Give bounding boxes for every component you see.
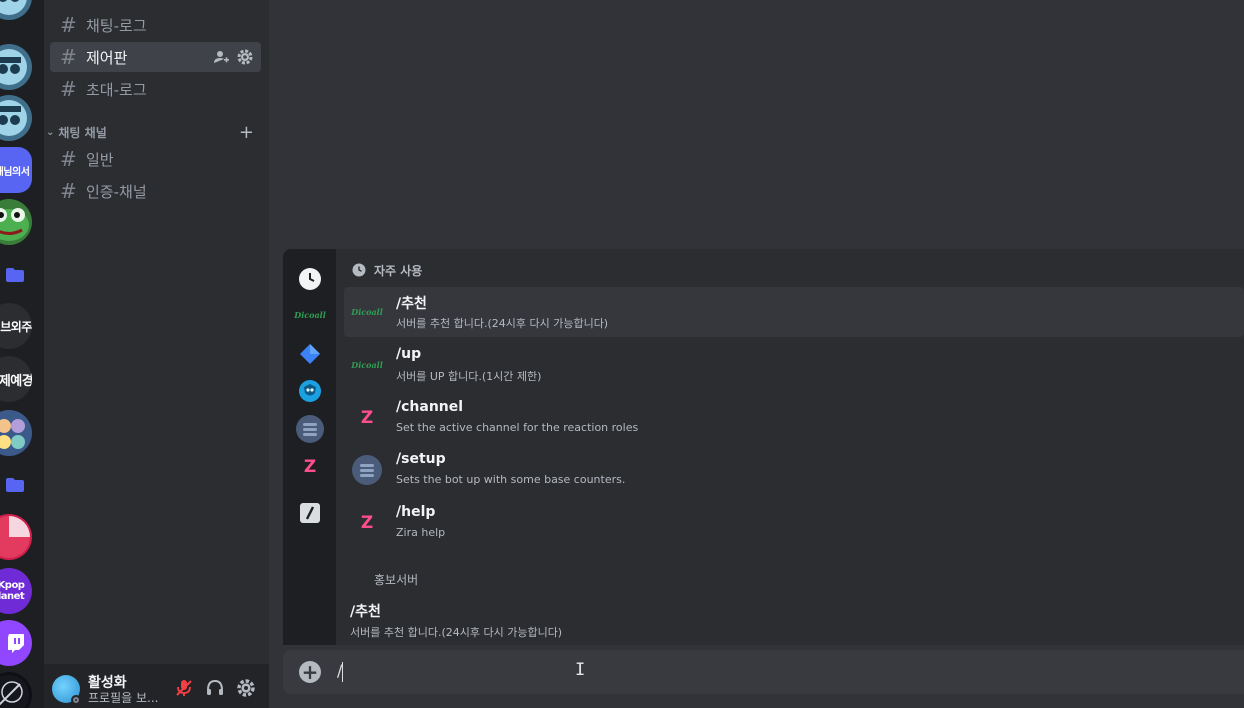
dark-server-icon[interactable]: [0, 672, 32, 708]
zira-icon: Z: [360, 408, 374, 428]
user-settings-gear-icon[interactable]: [236, 678, 256, 698]
slash-command-popup: Dicoall Z 자주 사용 Dicoall /추천 서버를 추천 합니다.(…: [283, 249, 1244, 645]
partial-channel: [74, 0, 98, 4]
zira-icon: Z: [360, 513, 374, 533]
red-server-icon[interactable]: [0, 514, 32, 560]
channel-name: 초대-로그: [86, 80, 147, 99]
clock-icon: [352, 263, 366, 277]
category-name: 채팅 채널: [58, 125, 107, 140]
message-input-bar: + /: [283, 650, 1244, 694]
dicoall-icon: Dicoall: [351, 307, 383, 317]
counter-bot-icon: [352, 455, 382, 485]
zira-icon[interactable]: Z: [296, 453, 324, 481]
channel-name: 채팅-로그: [86, 16, 147, 35]
command-description: Set the active channel for the reaction …: [396, 421, 639, 434]
add-attachment-icon[interactable]: +: [299, 661, 321, 683]
invite-member-icon[interactable]: [213, 49, 229, 69]
channel-sidebar: # 채팅-로그 # 제어판 # 초대-로그 ⌄ 채팅 채널 + # 일반 # 인…: [44, 0, 269, 708]
channel-item[interactable]: # 초대-로그: [50, 74, 261, 104]
group-server-icon[interactable]: [0, 410, 32, 456]
text-caret: [342, 662, 343, 682]
category-header[interactable]: ⌄ 채팅 채널 +: [46, 122, 266, 143]
text-server-icon[interactable]: Kpop lanet: [0, 568, 32, 614]
text-server-icon[interactable]: 해님의서: [0, 147, 32, 193]
bot-section-header: 홍보서버: [374, 572, 419, 587]
text-server-icon[interactable]: 브외주: [0, 303, 32, 349]
command-description: 서버를 UP 합니다.(1시간 제한): [396, 370, 542, 383]
user-subtext: 프로필을 보...: [88, 691, 159, 705]
hash-icon: #: [60, 179, 77, 203]
command-description: Zira help: [396, 526, 446, 539]
server-rail: 해님의서 브외주 제예경 Kpop lanet: [0, 0, 44, 708]
status-indicator: [71, 695, 81, 705]
channel-name: 일반: [86, 150, 114, 169]
command-name: /channel: [396, 399, 464, 415]
command-option[interactable]: /추천 서버를 추천 합니다.(24시후 다시 가능합니다): [342, 595, 1244, 645]
channel-actions: [213, 49, 253, 69]
user-panel: 활성화 프로필을 보...: [44, 664, 269, 708]
gear-icon[interactable]: [237, 49, 253, 69]
frog-server-icon[interactable]: [0, 199, 32, 245]
command-description: Sets the bot up with some base counters.: [396, 473, 626, 486]
clock-icon[interactable]: [296, 265, 324, 293]
command-name: /추천: [350, 604, 381, 620]
text-server-icon[interactable]: 제예경: [0, 356, 32, 402]
folder-icon[interactable]: [0, 468, 32, 502]
hash-icon: #: [60, 147, 77, 171]
diamond-app-icon[interactable]: [296, 340, 324, 368]
folder-icon[interactable]: [0, 258, 32, 292]
command-name: /up: [396, 346, 422, 362]
slash-command-icon[interactable]: [296, 499, 324, 527]
command-list: 자주 사용 Dicoall /추천 서버를 추천 합니다.(24시후 다시 가능…: [336, 249, 1244, 645]
command-option[interactable]: Z /channel Set the active channel for th…: [344, 393, 1244, 443]
command-description: 서버를 추천 합니다.(24시후 다시 가능합니다): [350, 626, 563, 639]
dicoall-icon: Dicoall: [351, 360, 383, 370]
command-option[interactable]: /setup Sets the bot up with some base co…: [344, 445, 1244, 495]
command-name: /setup: [396, 451, 446, 467]
twitch-icon[interactable]: [0, 620, 32, 666]
headphones-icon[interactable]: [205, 678, 225, 698]
shield-bot-icon[interactable]: [296, 377, 324, 405]
counter-bot-icon[interactable]: [296, 415, 324, 443]
command-app-rail: Dicoall Z: [283, 249, 336, 645]
add-channel-icon[interactable]: +: [239, 122, 254, 143]
command-description: 서버를 추천 합니다.(24시후 다시 가능합니다): [396, 317, 609, 330]
mouse-ibeam-cursor-icon: I: [575, 660, 586, 680]
channel-name: 제어판: [86, 48, 128, 67]
channel-item-active[interactable]: # 제어판: [50, 42, 261, 72]
command-name: /help: [396, 504, 436, 520]
command-option[interactable]: Dicoall /추천 서버를 추천 합니다.(24시후 다시 가능합니다): [344, 287, 1244, 337]
channel-item[interactable]: # 인증-채널: [50, 176, 261, 206]
dicoall-icon[interactable]: Dicoall: [294, 301, 325, 329]
hash-icon: #: [60, 45, 77, 69]
channel-item[interactable]: # 일반: [50, 144, 261, 174]
channel-item[interactable]: # 채팅-로그: [50, 10, 261, 40]
command-option[interactable]: Dicoall /up 서버를 UP 합니다.(1시간 제한): [344, 340, 1244, 390]
channel-name: 인증-채널: [86, 182, 147, 201]
mascot-server-icon[interactable]: [0, 95, 32, 141]
hash-icon: #: [60, 13, 77, 37]
mascot-server-icon[interactable]: [0, 0, 32, 20]
command-name: /추천: [396, 296, 427, 312]
chevron-down-icon: ⌄: [46, 126, 55, 138]
mascot-server-icon[interactable]: [0, 44, 32, 90]
frequent-section-header: 자주 사용: [352, 262, 422, 278]
mute-mic-icon[interactable]: [174, 678, 194, 698]
hash-icon: #: [60, 77, 77, 101]
command-option[interactable]: Z /help Zira help: [344, 498, 1244, 548]
